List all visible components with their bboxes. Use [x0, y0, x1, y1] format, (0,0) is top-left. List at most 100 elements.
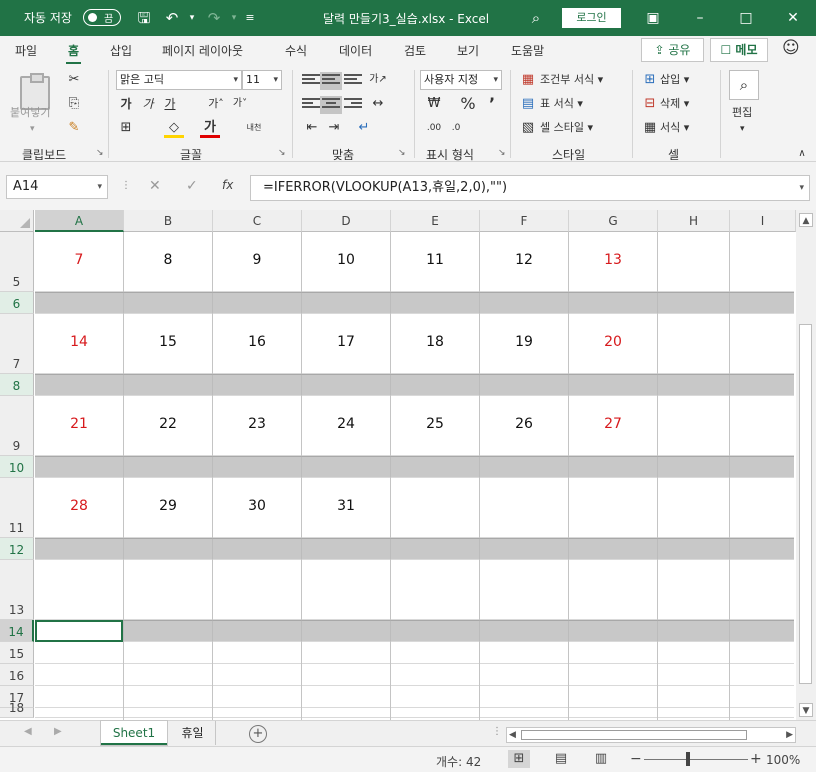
column-header-i[interactable]: I [730, 210, 796, 232]
underline-icon[interactable]: 가 [160, 94, 180, 114]
tab-review[interactable]: 검토 [404, 42, 426, 59]
insert-cells-button[interactable]: 삽입 ▾ [660, 69, 689, 91]
normal-view-icon[interactable]: ⊞ [508, 750, 530, 768]
border-icon[interactable]: ⊞ [116, 118, 136, 138]
scroll-right-icon[interactable]: ▶ [786, 728, 793, 742]
customize-qat-icon[interactable]: ≡ [240, 8, 260, 28]
row-header-18[interactable]: 18 [0, 701, 34, 718]
align-left-icon[interactable] [302, 98, 320, 112]
day-cell[interactable]: 26 [480, 416, 568, 432]
scroll-left-icon[interactable]: ◀ [509, 728, 516, 742]
day-cell[interactable]: 21 [35, 416, 123, 432]
page-layout-view-icon[interactable]: ▤ [550, 750, 572, 768]
column-header-d[interactable]: D [302, 210, 391, 232]
format-painter-icon[interactable]: ✎ [64, 118, 84, 138]
tab-page-layout[interactable]: 페이지 레이아웃 [162, 42, 243, 59]
chevron-down-icon[interactable]: ▾ [740, 118, 745, 140]
format-cells-icon[interactable]: ▦ [640, 118, 660, 138]
day-cell[interactable]: 17 [302, 334, 390, 350]
day-cell[interactable]: 25 [391, 416, 479, 432]
share-button[interactable]: ⇪ 공유 [641, 38, 704, 62]
tab-insert[interactable]: 삽입 [110, 42, 132, 59]
day-cell[interactable]: 22 [124, 416, 212, 432]
table-format-icon[interactable]: ▤ [518, 94, 538, 114]
day-cell[interactable]: 14 [35, 334, 123, 350]
format-cells-button[interactable]: 서식 ▾ [660, 117, 689, 139]
day-cell[interactable]: 9 [213, 252, 301, 268]
font-size-combo[interactable]: 11 ▾ [242, 70, 282, 90]
prev-sheet-icon[interactable]: ◀ [24, 726, 32, 737]
day-cell[interactable]: 12 [480, 252, 568, 268]
zoom-in-icon[interactable]: + [750, 751, 762, 767]
close-icon[interactable]: ✕ [783, 8, 803, 28]
maximize-icon[interactable]: □ [736, 8, 756, 28]
tab-data[interactable]: 데이터 [339, 42, 372, 59]
add-sheet-icon[interactable]: + [249, 725, 267, 743]
row-header-8[interactable]: 8 [0, 374, 34, 396]
save-icon[interactable]: 🖫 [134, 8, 154, 28]
row-header-9[interactable]: 9 [0, 396, 34, 456]
paste-dropdown-icon[interactable]: ▾ [30, 118, 35, 140]
phonetic-icon[interactable]: 내천 [244, 118, 264, 138]
copy-icon[interactable]: ⎘ [64, 94, 84, 114]
horizontal-scrollbar[interactable]: ◀ ▶ [506, 727, 796, 743]
fill-color-icon[interactable]: ◇ [164, 118, 184, 138]
number-launcher-icon[interactable]: ↘ [498, 148, 506, 158]
column-header-f[interactable]: F [480, 210, 569, 232]
table-format-button[interactable]: 표 서식 ▾ [540, 93, 583, 115]
redo-icon[interactable]: ↷ [204, 8, 224, 28]
sheet-tab-holidays[interactable]: 휴일 [170, 721, 216, 745]
decrease-decimal-icon[interactable]: .0 [446, 118, 466, 138]
memo-button[interactable]: ☐ 메모 [710, 38, 768, 62]
cell-area[interactable]: 7 8 9 10 11 12 13 14 15 16 17 18 19 20 21 22 23 24 25 26 27 2… [35, 232, 794, 720]
cancel-icon[interactable]: ✕ [149, 178, 161, 194]
login-button[interactable]: 로그인 [562, 8, 621, 28]
tab-file[interactable]: 파일 [15, 42, 37, 59]
insert-cells-icon[interactable]: ⊞ [640, 70, 660, 90]
autosave-toggle[interactable]: 끔 [83, 9, 121, 26]
wrap-text-icon[interactable]: ↵ [354, 118, 374, 138]
font-name-combo[interactable]: 맑은 고딕 ▾ [116, 70, 242, 90]
tab-view[interactable]: 보기 [457, 42, 479, 59]
formula-input[interactable]: =IFERROR(VLOOKUP(A13,휴일,2,0),"") ▾ [250, 175, 810, 201]
increase-font-icon[interactable]: 가˄ [206, 94, 226, 114]
cell-style-button[interactable]: 셀 스타일 ▾ [540, 117, 593, 139]
delete-cells-button[interactable]: 삭제 ▾ [660, 93, 689, 115]
day-cell[interactable]: 30 [213, 498, 301, 514]
drag-handle-icon[interactable]: ⋮ [121, 180, 131, 191]
tab-home[interactable]: 홈 [65, 42, 82, 64]
align-center-icon[interactable] [320, 96, 342, 114]
percent-icon[interactable]: % [458, 94, 478, 114]
tab-splitter-icon[interactable]: ⋮ [492, 726, 502, 737]
decrease-indent-icon[interactable]: ⇤ [302, 118, 322, 138]
scroll-up-icon[interactable]: ▲ [799, 213, 813, 227]
align-top-icon[interactable] [302, 74, 320, 88]
vertical-scrollbar[interactable]: ▲ ▼ [796, 210, 816, 720]
currency-icon[interactable]: ₩ [424, 94, 444, 114]
bold-icon[interactable]: 가 [116, 94, 136, 114]
align-middle-icon[interactable] [320, 72, 342, 90]
day-cell[interactable]: 23 [213, 416, 301, 432]
day-cell[interactable]: 27 [569, 416, 657, 432]
insert-function-icon[interactable]: fx [222, 178, 233, 192]
zoom-out-icon[interactable]: − [630, 751, 642, 767]
clipboard-launcher-icon[interactable]: ↘ [96, 148, 104, 158]
minimize-icon[interactable]: – [690, 8, 710, 28]
day-cell[interactable]: 11 [391, 252, 479, 268]
delete-cells-icon[interactable]: ⊟ [640, 94, 660, 114]
day-cell[interactable]: 24 [302, 416, 390, 432]
select-all-button[interactable] [0, 210, 34, 232]
align-bottom-icon[interactable] [344, 74, 362, 88]
scroll-thumb[interactable] [521, 730, 747, 740]
cut-icon[interactable]: ✂ [64, 70, 84, 90]
day-cell[interactable]: 10 [302, 252, 390, 268]
font-launcher-icon[interactable]: ↘ [278, 148, 286, 158]
alignment-launcher-icon[interactable]: ↘ [398, 148, 406, 158]
day-cell[interactable]: 16 [213, 334, 301, 350]
increase-decimal-icon[interactable]: .00 [424, 118, 444, 138]
row-header-5[interactable]: 5 [0, 232, 34, 292]
comma-icon[interactable]: ’ [482, 94, 502, 114]
row-header-12[interactable]: 12 [0, 538, 34, 560]
column-header-b[interactable]: B [124, 210, 213, 232]
decrease-font-icon[interactable]: 가˅ [230, 94, 250, 114]
